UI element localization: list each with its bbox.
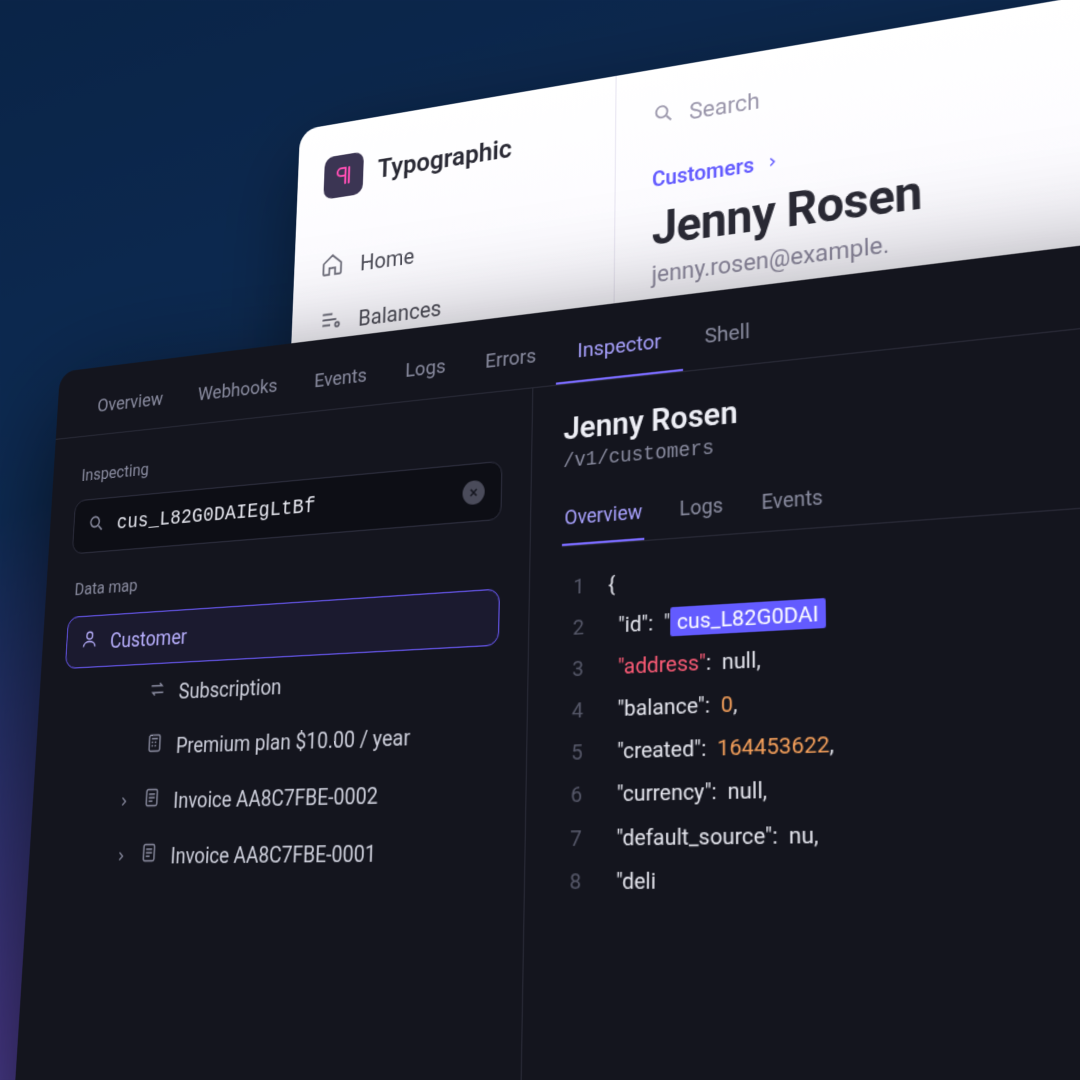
json-viewer[interactable]: 1{2 "id": "cus_L82G0DAI3 "address": null… — [557, 522, 1080, 903]
chevron-right-icon — [114, 843, 128, 869]
calculator-icon — [145, 732, 164, 759]
tree-node-label: Subscription — [178, 673, 282, 704]
data-map-tree: Customer Subscription Premium plan $10.0… — [52, 588, 500, 882]
balances-icon — [318, 305, 343, 340]
cycle-icon — [148, 678, 167, 705]
tree-node-label: Invoice AA8C7FBE-0001 — [170, 839, 377, 868]
chevron-right-icon — [765, 148, 780, 176]
receipt-icon — [142, 787, 161, 814]
tree-node-invoice[interactable]: Invoice AA8C7FBE-0001 — [99, 823, 495, 882]
search-placeholder: Search — [689, 88, 760, 125]
detail-tab-logs[interactable]: Logs — [677, 484, 725, 537]
chevron-right-icon — [117, 788, 131, 814]
inspector-window: Overview Webhooks Events Logs Errors Ins… — [10, 227, 1080, 1080]
search-icon — [652, 100, 675, 132]
pilcrow-icon — [323, 151, 364, 199]
clear-button[interactable] — [462, 480, 485, 506]
search-icon — [87, 513, 105, 539]
inspector-right-pane: Jenny Rosen /v1/customers Overview Logs … — [520, 312, 1080, 1080]
receipt-icon — [139, 842, 158, 869]
breadcrumb-label: Customers — [652, 152, 754, 192]
object-id-value: cus_L82G0DAIEgLtBf — [116, 482, 449, 535]
tree-node-label: Customer — [109, 623, 187, 653]
tab-errors[interactable]: Errors — [465, 330, 557, 395]
brand-name: Typographic — [377, 134, 512, 185]
detail-tab-overview[interactable]: Overview — [562, 491, 645, 546]
brand: Typographic — [323, 115, 585, 200]
detail-tab-events[interactable]: Events — [759, 476, 825, 531]
tab-shell[interactable]: Shell — [683, 304, 773, 371]
tab-events[interactable]: Events — [295, 350, 387, 413]
user-icon — [80, 628, 99, 655]
tree-node-label: Premium plan $10.00 / year — [175, 723, 410, 758]
tab-logs[interactable]: Logs — [385, 341, 466, 404]
tree-node-invoice[interactable]: Invoice AA8C7FBE-0002 — [102, 764, 496, 827]
inspector-left-pane: Inspecting cus_L82G0DAIEgLtBf Data map C… — [10, 388, 533, 1080]
tree-node-label: Invoice AA8C7FBE-0002 — [173, 782, 379, 813]
sidebar-item-label: Home — [360, 244, 415, 276]
home-icon — [320, 250, 344, 284]
